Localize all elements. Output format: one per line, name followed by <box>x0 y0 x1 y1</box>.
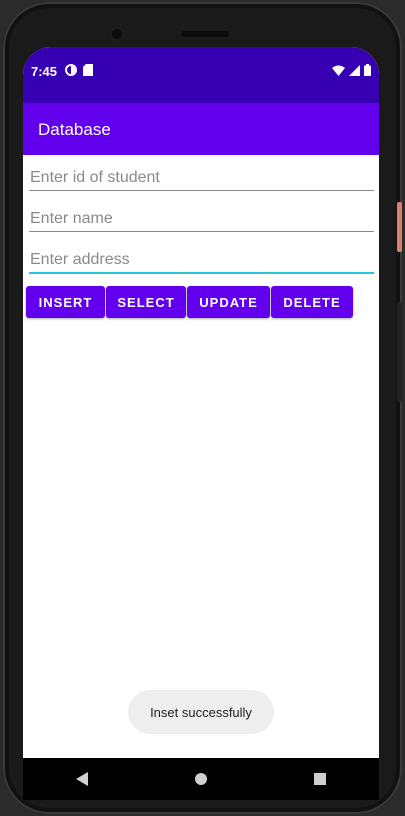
name-placeholder: Enter name <box>30 210 113 227</box>
sd-card-icon <box>83 63 93 81</box>
action-buttons: INSERT SELECT UPDATE DELETE <box>26 286 353 318</box>
front-camera <box>109 26 125 42</box>
app-bar: Database <box>23 103 379 155</box>
wifi-icon <box>332 63 345 81</box>
toast-message: Inset successfully <box>128 690 274 734</box>
home-icon[interactable] <box>194 773 207 785</box>
navigation-bar <box>23 758 379 800</box>
volume-button <box>397 302 402 402</box>
address-placeholder: Enter address <box>30 251 130 268</box>
screen: 7:45 Database Enter id of student Enter … <box>23 47 379 758</box>
page-title: Database <box>38 120 111 139</box>
data-saver-icon <box>65 63 77 81</box>
status-icons-right <box>332 63 371 81</box>
signal-icon <box>349 63 360 81</box>
status-bar: 7:45 <box>23 47 379 103</box>
status-icons-left <box>65 63 93 81</box>
battery-icon <box>364 63 371 81</box>
update-button[interactable]: UPDATE <box>187 286 270 318</box>
recents-icon[interactable] <box>313 773 326 785</box>
back-icon[interactable] <box>76 772 89 786</box>
name-field[interactable]: Enter name <box>29 210 374 232</box>
earpiece-speaker <box>181 31 229 37</box>
delete-button[interactable]: DELETE <box>271 286 353 318</box>
select-button[interactable]: SELECT <box>106 286 186 318</box>
student-id-placeholder: Enter id of student <box>30 169 160 186</box>
insert-button[interactable]: INSERT <box>26 286 105 318</box>
power-button <box>397 202 402 252</box>
status-time: 7:45 <box>31 64 58 79</box>
address-field[interactable]: Enter address <box>29 251 374 274</box>
student-id-field[interactable]: Enter id of student <box>29 169 374 191</box>
